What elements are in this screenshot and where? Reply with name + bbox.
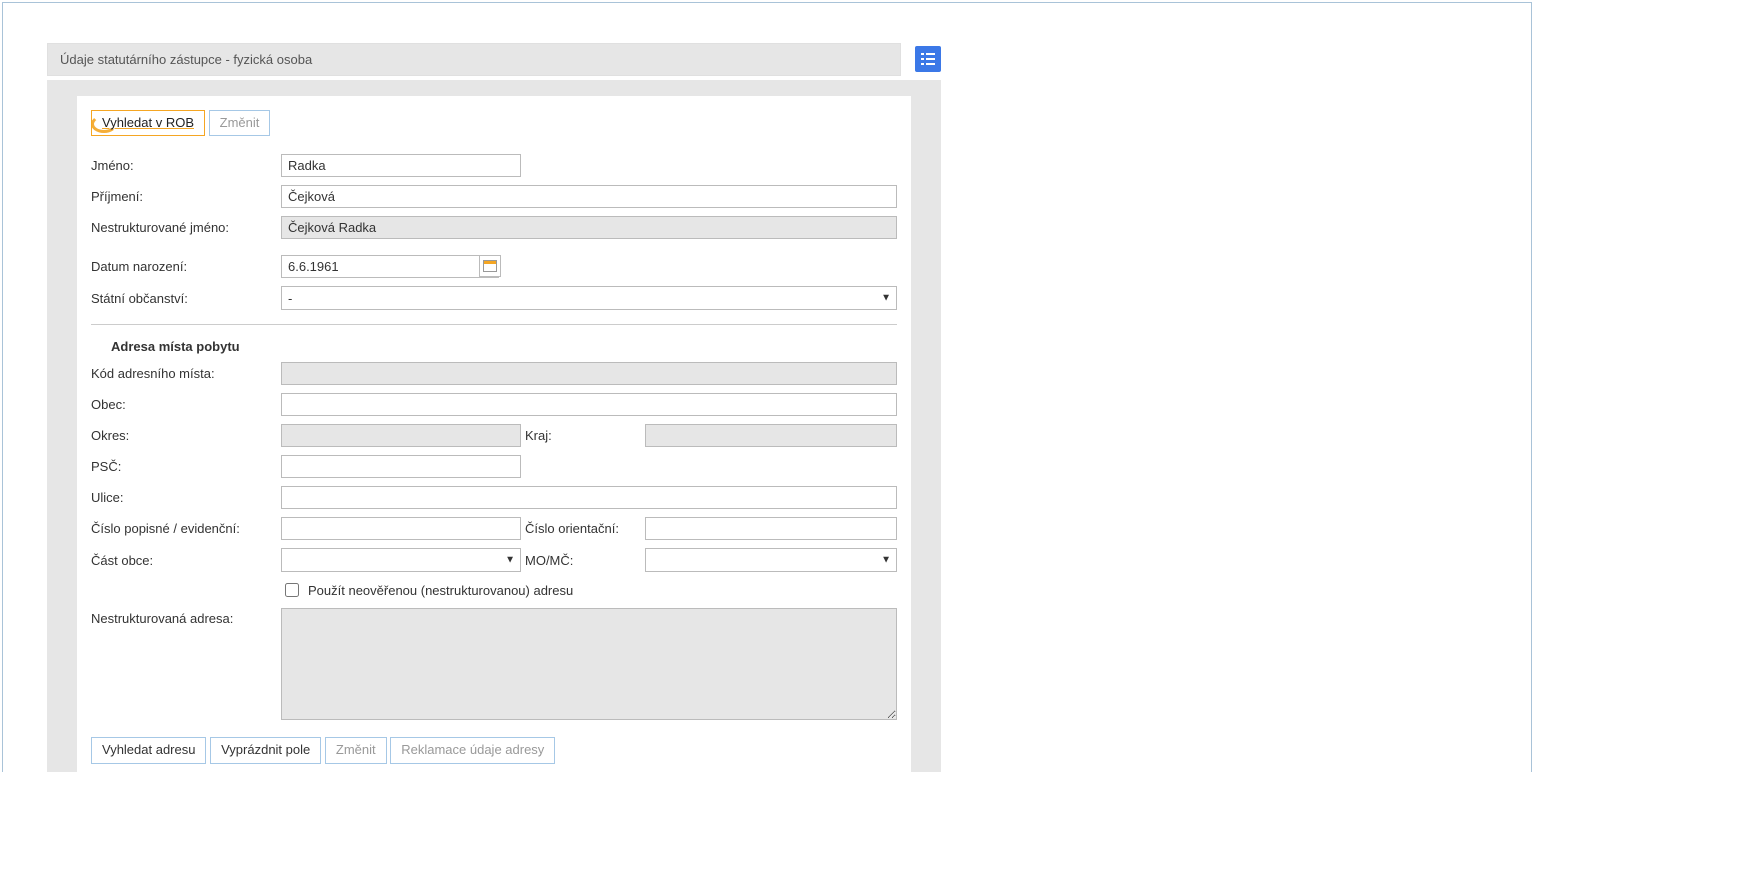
search-rob-button[interactable]: Vyhledat v ROB <box>91 110 205 136</box>
street-input[interactable] <box>281 486 897 509</box>
last-name-input[interactable] <box>281 185 897 208</box>
city-part-label: Část obce: <box>91 553 281 568</box>
use-unverified-checkbox[interactable] <box>285 583 299 597</box>
citizenship-label: Státní občanství: <box>91 291 281 306</box>
city-part-select[interactable] <box>281 548 521 572</box>
list-view-icon[interactable] <box>915 46 941 72</box>
address-code-label: Kód adresního místa: <box>91 366 281 381</box>
orient-no-input[interactable] <box>645 517 897 540</box>
first-name-label: Jméno: <box>91 158 281 173</box>
clear-fields-button[interactable]: Vyprázdnit pole <box>210 737 321 763</box>
house-no-input[interactable] <box>281 517 521 540</box>
city-input[interactable] <box>281 393 897 416</box>
region-input <box>645 424 897 447</box>
dob-input[interactable] <box>281 255 499 278</box>
unstructured-name-input <box>281 216 897 239</box>
left-gutter <box>47 96 77 772</box>
momc-select[interactable] <box>645 548 897 572</box>
city-label: Obec: <box>91 397 281 412</box>
citizenship-select[interactable]: - <box>281 286 897 310</box>
district-label: Okres: <box>91 428 281 443</box>
address-complaint-button[interactable]: Reklamace údaje adresy <box>390 737 555 763</box>
last-name-label: Příjmení: <box>91 189 281 204</box>
dob-label: Datum narození: <box>91 259 281 274</box>
region-label: Kraj: <box>525 428 641 443</box>
unstructured-name-label: Nestrukturované jméno: <box>91 220 281 235</box>
district-input <box>281 424 521 447</box>
right-gutter <box>911 96 941 772</box>
change-button-top[interactable]: Změnit <box>209 110 271 136</box>
change-button-bottom[interactable]: Změnit <box>325 737 387 763</box>
panel-title: Údaje statutárního zástupce - fyzická os… <box>47 43 901 76</box>
unstructured-address-textarea <box>281 608 897 720</box>
search-address-button[interactable]: Vyhledat adresu <box>91 737 206 763</box>
address-section-title: Adresa místa pobytu <box>91 339 281 354</box>
use-unverified-label: Použít neověřenou (nestrukturovanou) adr… <box>308 583 573 598</box>
calendar-icon[interactable] <box>479 255 501 277</box>
first-name-input[interactable] <box>281 154 521 177</box>
zip-label: PSČ: <box>91 459 281 474</box>
momc-label: MO/MČ: <box>525 553 641 568</box>
unstructured-address-label: Nestrukturovaná adresa: <box>91 608 281 626</box>
house-no-label: Číslo popisné / evidenční: <box>91 521 281 536</box>
address-code-input <box>281 362 897 385</box>
orient-no-label: Číslo orientační: <box>525 521 641 536</box>
toolbar-spacer <box>47 80 941 96</box>
street-label: Ulice: <box>91 490 281 505</box>
zip-input[interactable] <box>281 455 521 478</box>
